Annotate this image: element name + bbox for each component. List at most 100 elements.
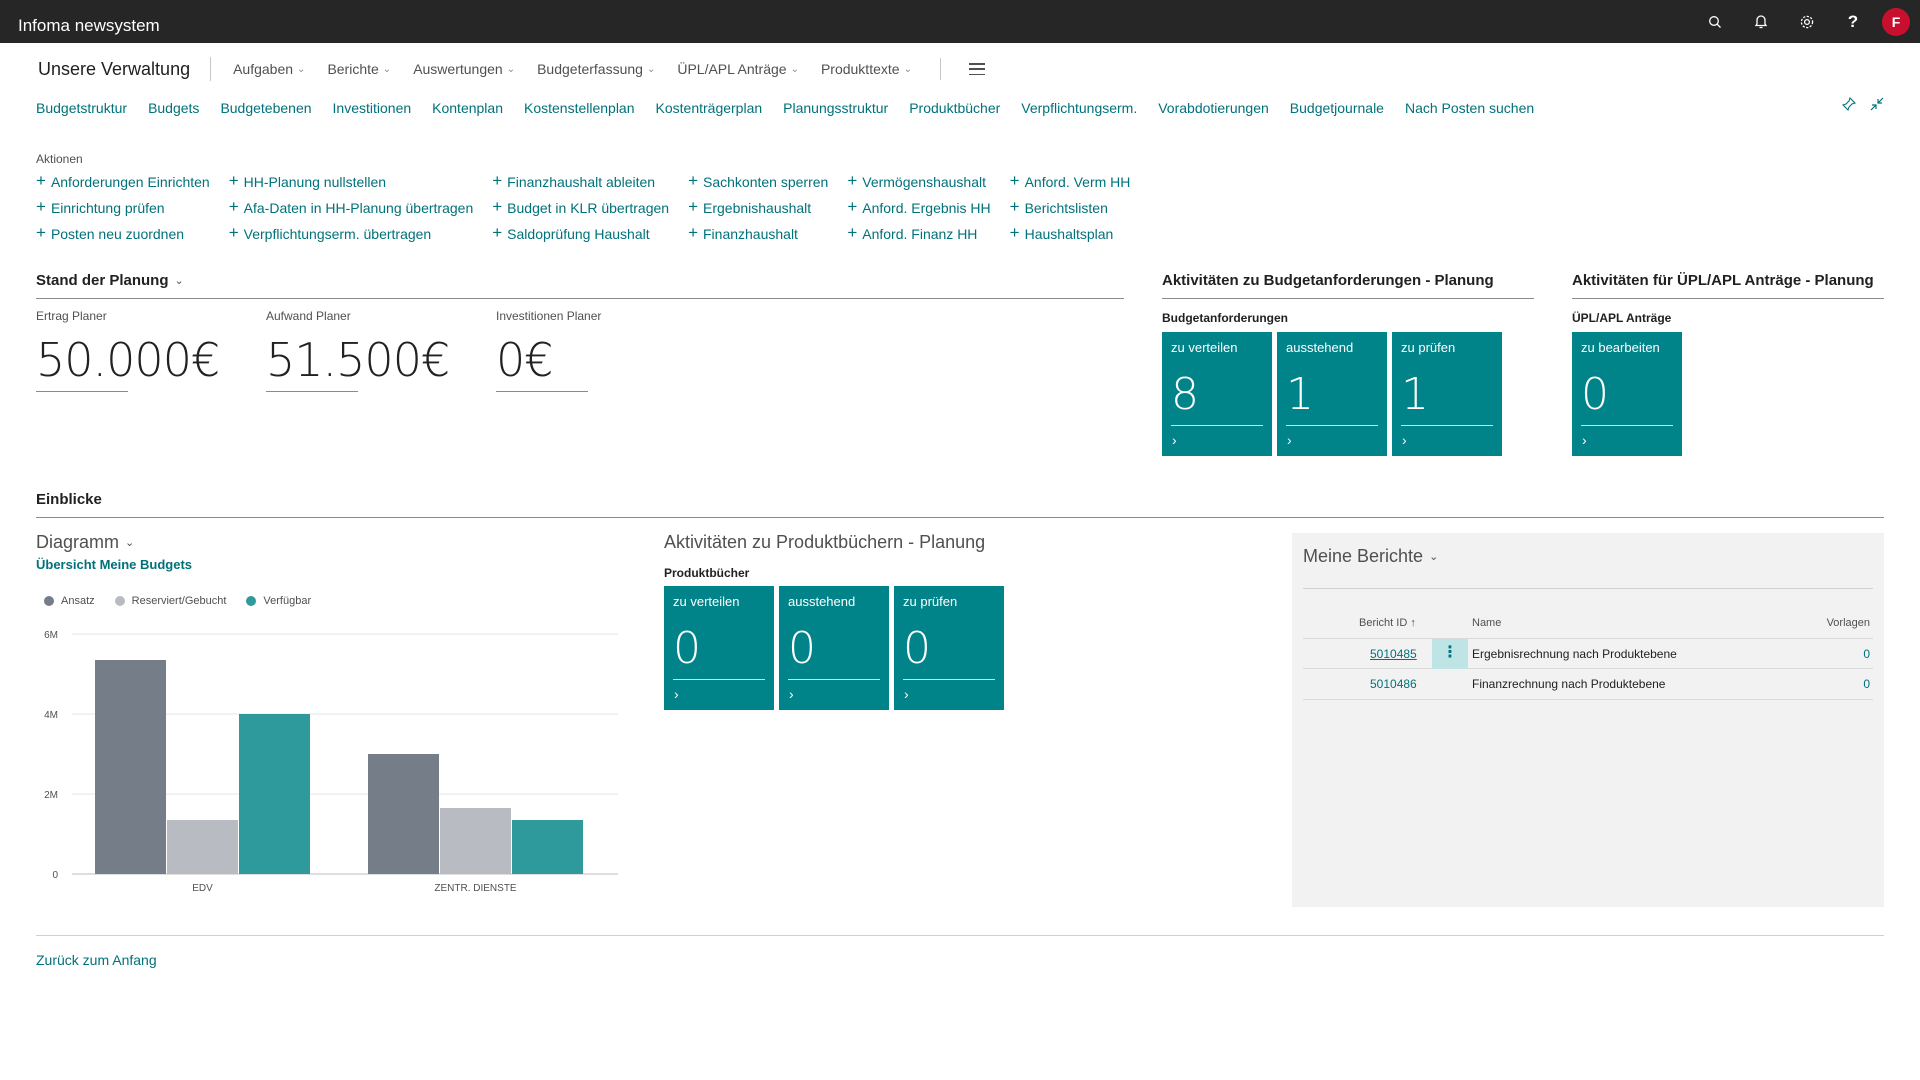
collapse-icon[interactable]: [1870, 97, 1884, 114]
tile-zu-pruefen[interactable]: zu prüfen 1 ›: [1392, 332, 1502, 456]
row-menu-icon[interactable]: ⋮: [1432, 639, 1468, 669]
report-vorlagen-count[interactable]: 0: [1863, 647, 1870, 661]
menu-upl-apl[interactable]: ÜPL/APL Anträge ⌄: [677, 61, 799, 77]
report-id-link[interactable]: 5010486: [1370, 677, 1417, 691]
kpi-ertrag-planer[interactable]: Ertrag Planer 50.000€: [36, 309, 236, 392]
tile-zu-bearbeiten[interactable]: zu bearbeiten 0 ›: [1572, 332, 1682, 456]
table-row[interactable]: 5010486 Finanzrechnung nach Produktebene…: [1303, 669, 1873, 700]
nav-link-kostentraegerplan[interactable]: Kostenträgerplan: [656, 100, 763, 116]
y-tick-label: 2M: [44, 790, 58, 801]
action-saldopruefung-haushalt[interactable]: + Saldoprüfung Haushalt: [492, 224, 669, 250]
action-anford-ergebnis-hh[interactable]: + Anford. Ergebnis HH: [847, 198, 990, 224]
company-name[interactable]: Unsere Verwaltung: [38, 57, 212, 81]
tile-prod-ausstehend[interactable]: ausstehend 0 ›: [779, 586, 889, 710]
nav-link-verpflichtungserm[interactable]: Verpflichtungserm.: [1021, 100, 1137, 116]
report-name: Ergebnisrechnung nach Produktebene: [1472, 647, 1677, 661]
action-berichtslisten[interactable]: + Berichtslisten: [1010, 198, 1131, 224]
tile-label: zu bearbeiten: [1581, 340, 1660, 355]
table-row[interactable]: 5010485 ⋮ Ergebnisrechnung nach Produkte…: [1303, 638, 1873, 669]
plus-icon: +: [228, 197, 239, 216]
search-icon[interactable]: [1692, 0, 1738, 43]
bell-icon[interactable]: [1738, 0, 1784, 43]
legend-item-reserviert[interactable]: Reserviert/Gebucht: [114, 595, 226, 607]
report-vorlagen-count[interactable]: 0: [1863, 677, 1870, 691]
help-icon[interactable]: ?: [1830, 0, 1876, 43]
action-label: Anforderungen Einrichten: [50, 174, 210, 190]
tile-label: zu verteilen: [673, 594, 740, 609]
chevron-down-icon: ⌄: [1429, 551, 1439, 563]
nav-link-vorabdotierungen[interactable]: Vorabdotierungen: [1158, 100, 1269, 116]
tile-value: 1: [1286, 369, 1314, 420]
kpi-label: Investitionen Planer: [496, 309, 602, 323]
gear-icon[interactable]: [1784, 0, 1830, 43]
chart-legend: Ansatz Reserviert/Gebucht Verfügbar: [44, 595, 331, 607]
menu-produkttexte[interactable]: Produkttexte ⌄: [821, 61, 912, 77]
stand-der-planung-header[interactable]: Stand der Planung ⌄: [36, 272, 1124, 299]
nav-link-budgets[interactable]: Budgets: [148, 100, 199, 116]
action-anforderungen-einrichten[interactable]: + Anforderungen Einrichten: [36, 172, 210, 198]
nav-link-kostenstellenplan[interactable]: Kostenstellenplan: [524, 100, 635, 116]
nav-link-budgetstruktur[interactable]: Budgetstruktur: [36, 100, 127, 116]
avatar[interactable]: F: [1882, 7, 1910, 36]
action-anford-verm-hh[interactable]: + Anford. Verm HH: [1010, 172, 1131, 198]
column-header-bericht-id[interactable]: Bericht ID ↑: [1359, 617, 1416, 629]
menu-label: Auswertungen: [413, 61, 503, 77]
action-hh-planung-nullstellen[interactable]: + HH-Planung nullstellen: [229, 172, 474, 198]
column-header-vorlagen[interactable]: Vorlagen: [1827, 617, 1870, 629]
nav-link-investitionen[interactable]: Investitionen: [333, 100, 412, 116]
tile-ausstehend[interactable]: ausstehend 1 ›: [1277, 332, 1387, 456]
action-finanzhaushalt-ableiten[interactable]: + Finanzhaushalt ableiten: [492, 172, 669, 198]
nav-link-produktbuecher[interactable]: Produktbücher: [909, 100, 1000, 116]
action-label: Budget in KLR übertragen: [507, 200, 670, 216]
pin-icon[interactable]: [1841, 96, 1857, 114]
hamburger-menu-icon[interactable]: [968, 63, 985, 75]
report-name: Finanzrechnung nach Produktebene: [1472, 677, 1666, 691]
action-vermoegenshaushalt[interactable]: + Vermögenshaushalt: [847, 172, 990, 198]
action-budget-in-klr[interactable]: + Budget in KLR übertragen: [492, 198, 669, 224]
chevron-right-icon: ›: [1172, 432, 1177, 448]
nav-link-planungsstruktur[interactable]: Planungsstruktur: [783, 100, 888, 116]
plus-icon: +: [492, 171, 503, 190]
action-einrichtung-pruefen[interactable]: + Einrichtung prüfen: [36, 198, 210, 224]
menu-auswertungen[interactable]: Auswertungen ⌄: [413, 61, 515, 77]
menu-label: Budgeterfassung: [537, 61, 643, 77]
nav-link-budgetebenen[interactable]: Budgetebenen: [220, 100, 311, 116]
nav-link-nach-posten-suchen[interactable]: Nach Posten suchen: [1405, 100, 1534, 116]
action-verpflichtungserm-uebertragen[interactable]: + Verpflichtungserm. übertragen: [229, 224, 474, 250]
diagram-title[interactable]: Diagramm ⌄: [36, 532, 134, 553]
column-header-name[interactable]: Name: [1472, 617, 1501, 629]
tile-zu-verteilen[interactable]: zu verteilen 8 ›: [1162, 332, 1272, 456]
action-ergebnishaushalt[interactable]: + Ergebnishaushalt: [688, 198, 828, 224]
nav-link-budgetjournale[interactable]: Budgetjournale: [1290, 100, 1384, 116]
action-label: Anford. Ergebnis HH: [862, 200, 991, 216]
action-label: Ergebnishaushalt: [703, 200, 812, 216]
kpi-aufwand-planer[interactable]: Aufwand Planer 51.500€: [266, 309, 466, 392]
legend-item-verfuegbar[interactable]: Verfügbar: [246, 595, 311, 607]
back-to-top-link[interactable]: Zurück zum Anfang: [36, 952, 157, 968]
menu-berichte[interactable]: Berichte ⌄: [327, 61, 391, 77]
tile-prod-zu-pruefen[interactable]: zu prüfen 0 ›: [894, 586, 1004, 710]
tile-divider: [1401, 425, 1493, 426]
kpi-investitionen-planer[interactable]: Investitionen Planer 0€: [496, 309, 696, 392]
reports-title[interactable]: Meine Berichte ⌄: [1303, 546, 1438, 567]
menu-budgeterfassung[interactable]: Budgeterfassung ⌄: [537, 61, 655, 77]
menu-label: ÜPL/APL Anträge: [677, 61, 787, 77]
menu-aufgaben[interactable]: Aufgaben ⌄: [233, 61, 305, 77]
action-posten-neu-zuordnen[interactable]: + Posten neu zuordnen: [36, 224, 210, 250]
nav-link-kontenplan[interactable]: Kontenplan: [432, 100, 503, 116]
report-id-link[interactable]: 5010485: [1370, 647, 1417, 661]
section-title: Stand der Planung: [36, 272, 169, 289]
upl-cues-subtitle: ÜPL/APL Anträge: [1572, 311, 1672, 325]
menu-label: Aufgaben: [233, 61, 294, 77]
action-sachkonten-sperren[interactable]: + Sachkonten sperren: [688, 172, 828, 198]
action-haushaltsplan[interactable]: + Haushaltsplan: [1010, 224, 1131, 250]
legend-item-ansatz[interactable]: Ansatz: [44, 595, 95, 607]
action-anford-finanz-hh[interactable]: + Anford. Finanz HH: [847, 224, 990, 250]
action-finanzhaushalt[interactable]: + Finanzhaushalt: [688, 224, 828, 250]
plus-icon: +: [688, 223, 698, 242]
plus-icon: +: [228, 171, 239, 190]
plus-icon: +: [847, 197, 858, 216]
diagram-subtitle[interactable]: Übersicht Meine Budgets: [36, 557, 192, 572]
tile-prod-zu-verteilen[interactable]: zu verteilen 0 ›: [664, 586, 774, 710]
action-afa-daten-uebertragen[interactable]: + Afa-Daten in HH-Planung übertragen: [229, 198, 474, 224]
